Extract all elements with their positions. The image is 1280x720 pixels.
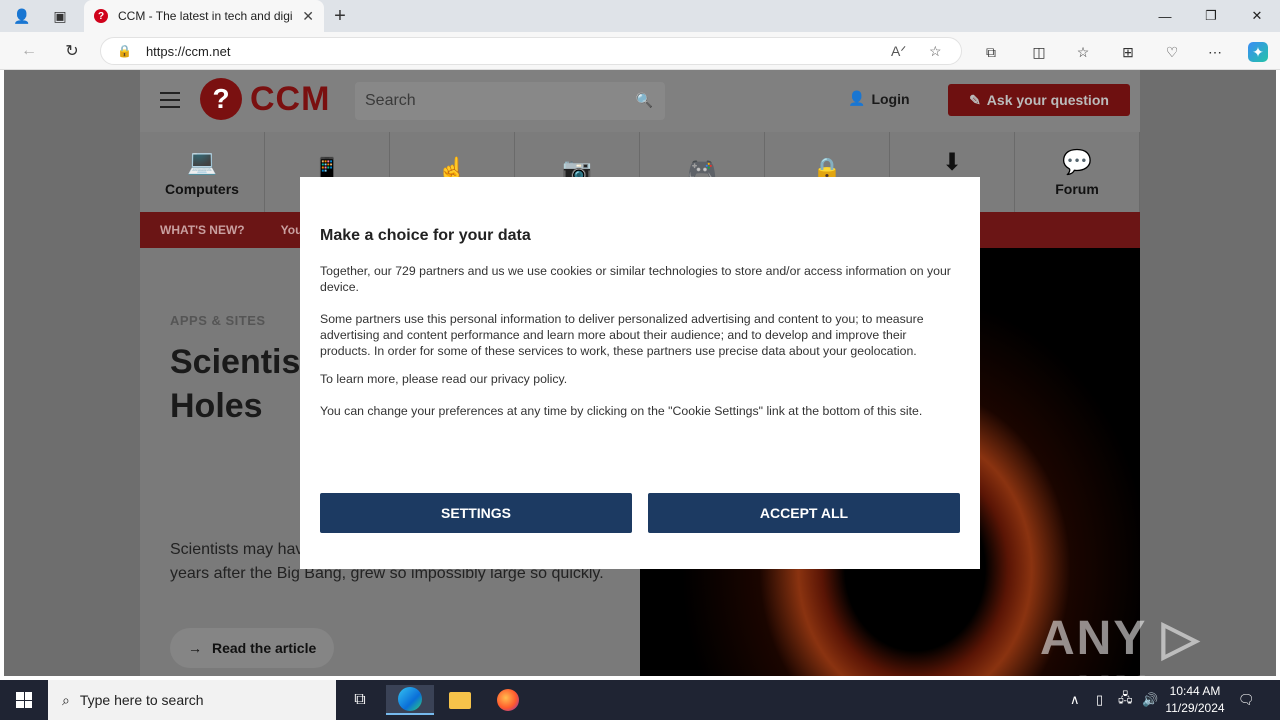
windows-taskbar: ⌕ Type here to search ⧉ ∧ ▯ 🖧 🔊 10:44 AM…: [0, 680, 1280, 720]
maximize-button[interactable]: ❐: [1188, 0, 1234, 32]
site-search-input[interactable]: Search 🔍: [355, 82, 665, 120]
favorites-icon[interactable]: ☆: [1073, 42, 1093, 62]
laptop-icon: 💻: [187, 148, 217, 176]
hamburger-menu-icon[interactable]: [160, 92, 180, 108]
chat-icon: 💬: [1062, 148, 1092, 176]
split-screen-icon[interactable]: ◫: [1029, 42, 1049, 62]
login-label: Login: [871, 90, 910, 107]
favorite-star-icon[interactable]: ☆: [929, 43, 942, 60]
cookie-consent-modal: Make a choice for your data Together, ou…: [300, 177, 980, 569]
category-computers[interactable]: 💻 Computers: [140, 132, 265, 212]
file-explorer-icon[interactable]: [436, 685, 484, 715]
read-aloud-icon[interactable]: Aᐟ: [891, 43, 906, 60]
firefox-logo-icon: [497, 689, 519, 711]
folder-icon: [449, 691, 471, 709]
profile-icon[interactable]: 👤: [12, 6, 32, 26]
tab-close-icon[interactable]: ✕: [302, 8, 314, 25]
tab-actions-icon[interactable]: ▣: [50, 6, 70, 26]
device-icon[interactable]: ▯: [1096, 680, 1103, 720]
tab-title: CCM - The latest in tech and digi: [118, 9, 293, 23]
browser-tab-bar: 👤 ▣ ? CCM - The latest in tech and digi …: [0, 0, 1280, 32]
modal-paragraph-2: Some partners use this personal informat…: [320, 312, 924, 358]
search-icon: ⌕: [62, 691, 70, 708]
ask-question-button[interactable]: ✎ Ask your question: [948, 84, 1130, 116]
site-header: ? CCM Search 🔍 👤 Login ✎ Ask your questi…: [140, 70, 1140, 132]
tab-ccm[interactable]: ? CCM - The latest in tech and digi ✕: [84, 0, 324, 32]
browser-essentials-icon[interactable]: ♡: [1162, 42, 1182, 62]
close-window-button[interactable]: ✕: [1234, 0, 1280, 32]
article-category[interactable]: APPS & SITES: [170, 313, 266, 328]
firefox-taskbar-icon[interactable]: [484, 685, 532, 715]
accept-all-button[interactable]: ACCEPT ALL: [648, 493, 960, 533]
search-icon[interactable]: 🔍: [636, 92, 653, 109]
extensions-icon[interactable]: ⧉: [981, 42, 1001, 62]
modal-paragraph-3: To learn more, please read our privacy p…: [320, 372, 568, 386]
windows-logo-icon: [16, 692, 32, 708]
ccm-logo[interactable]: ? CCM: [200, 78, 330, 120]
settings-button[interactable]: SETTINGS: [320, 493, 632, 533]
more-menu-icon[interactable]: ⋯: [1205, 42, 1225, 62]
url-bar[interactable]: 🔒 https://ccm.net Aᐟ ☆: [100, 37, 962, 65]
tray-chevron-icon[interactable]: ∧: [1070, 680, 1080, 720]
read-article-label: Read the article: [212, 640, 317, 656]
network-icon[interactable]: 🖧: [1118, 680, 1133, 720]
taskbar-search-placeholder: Type here to search: [79, 692, 204, 708]
new-tab-button[interactable]: +: [330, 5, 350, 27]
ask-label: Ask your question: [986, 92, 1109, 108]
edit-icon: ✎: [969, 91, 981, 108]
clock-date: 11/29/2024: [1165, 701, 1225, 715]
modal-paragraph-1: Together, our 729 partners and us we use…: [320, 264, 951, 294]
user-icon: 👤: [848, 90, 866, 106]
taskbar-search-input[interactable]: ⌕ Type here to search: [48, 680, 336, 720]
category-label: Computers: [165, 180, 239, 197]
modal-paragraph-4: You can change your preferences at any t…: [320, 404, 923, 418]
read-article-button[interactable]: → Read the article: [170, 628, 335, 668]
edge-logo-icon: [398, 687, 422, 711]
back-icon[interactable]: ←: [18, 40, 40, 62]
lock-icon: 🔒: [117, 44, 132, 58]
notification-icon[interactable]: 🗨: [1238, 680, 1255, 720]
arrow-right-icon: →: [188, 640, 202, 656]
whats-new-label[interactable]: WHAT'S NEW?: [160, 223, 245, 237]
login-link[interactable]: 👤 Login: [848, 90, 910, 107]
category-label: Forum: [1055, 180, 1099, 197]
copilot-icon[interactable]: ✦: [1248, 42, 1268, 62]
start-button[interactable]: [0, 680, 48, 720]
collections-icon[interactable]: ⊞: [1118, 42, 1138, 62]
minimize-button[interactable]: —: [1142, 0, 1188, 32]
clock-time: 10:44 AM: [1169, 684, 1221, 698]
site-search-placeholder: Search: [365, 92, 416, 109]
download-icon: ⬇: [941, 148, 963, 176]
edge-taskbar-icon[interactable]: [386, 685, 434, 715]
volume-icon[interactable]: 🔊: [1142, 680, 1158, 720]
logo-text: CCM: [250, 79, 331, 118]
task-view-icon[interactable]: ⧉: [336, 685, 384, 715]
category-forum[interactable]: 💬 Forum: [1015, 132, 1140, 212]
ccm-logo-icon: ?: [200, 78, 242, 120]
address-toolbar: ← ↻ 🔒 https://ccm.net Aᐟ ☆ ⧉ ◫ ☆ ⊞ ♡ ⋯ ✦: [0, 32, 1280, 70]
url-text: https://ccm.net: [145, 43, 231, 59]
anyrun-watermark: ANY ▷ RUN: [1040, 612, 1201, 676]
refresh-icon[interactable]: ↻: [61, 40, 83, 62]
modal-title: Make a choice for your data: [320, 227, 531, 244]
ccm-favicon-icon: ?: [94, 9, 108, 23]
taskbar-clock[interactable]: 10:44 AM 11/29/2024: [1160, 683, 1230, 717]
